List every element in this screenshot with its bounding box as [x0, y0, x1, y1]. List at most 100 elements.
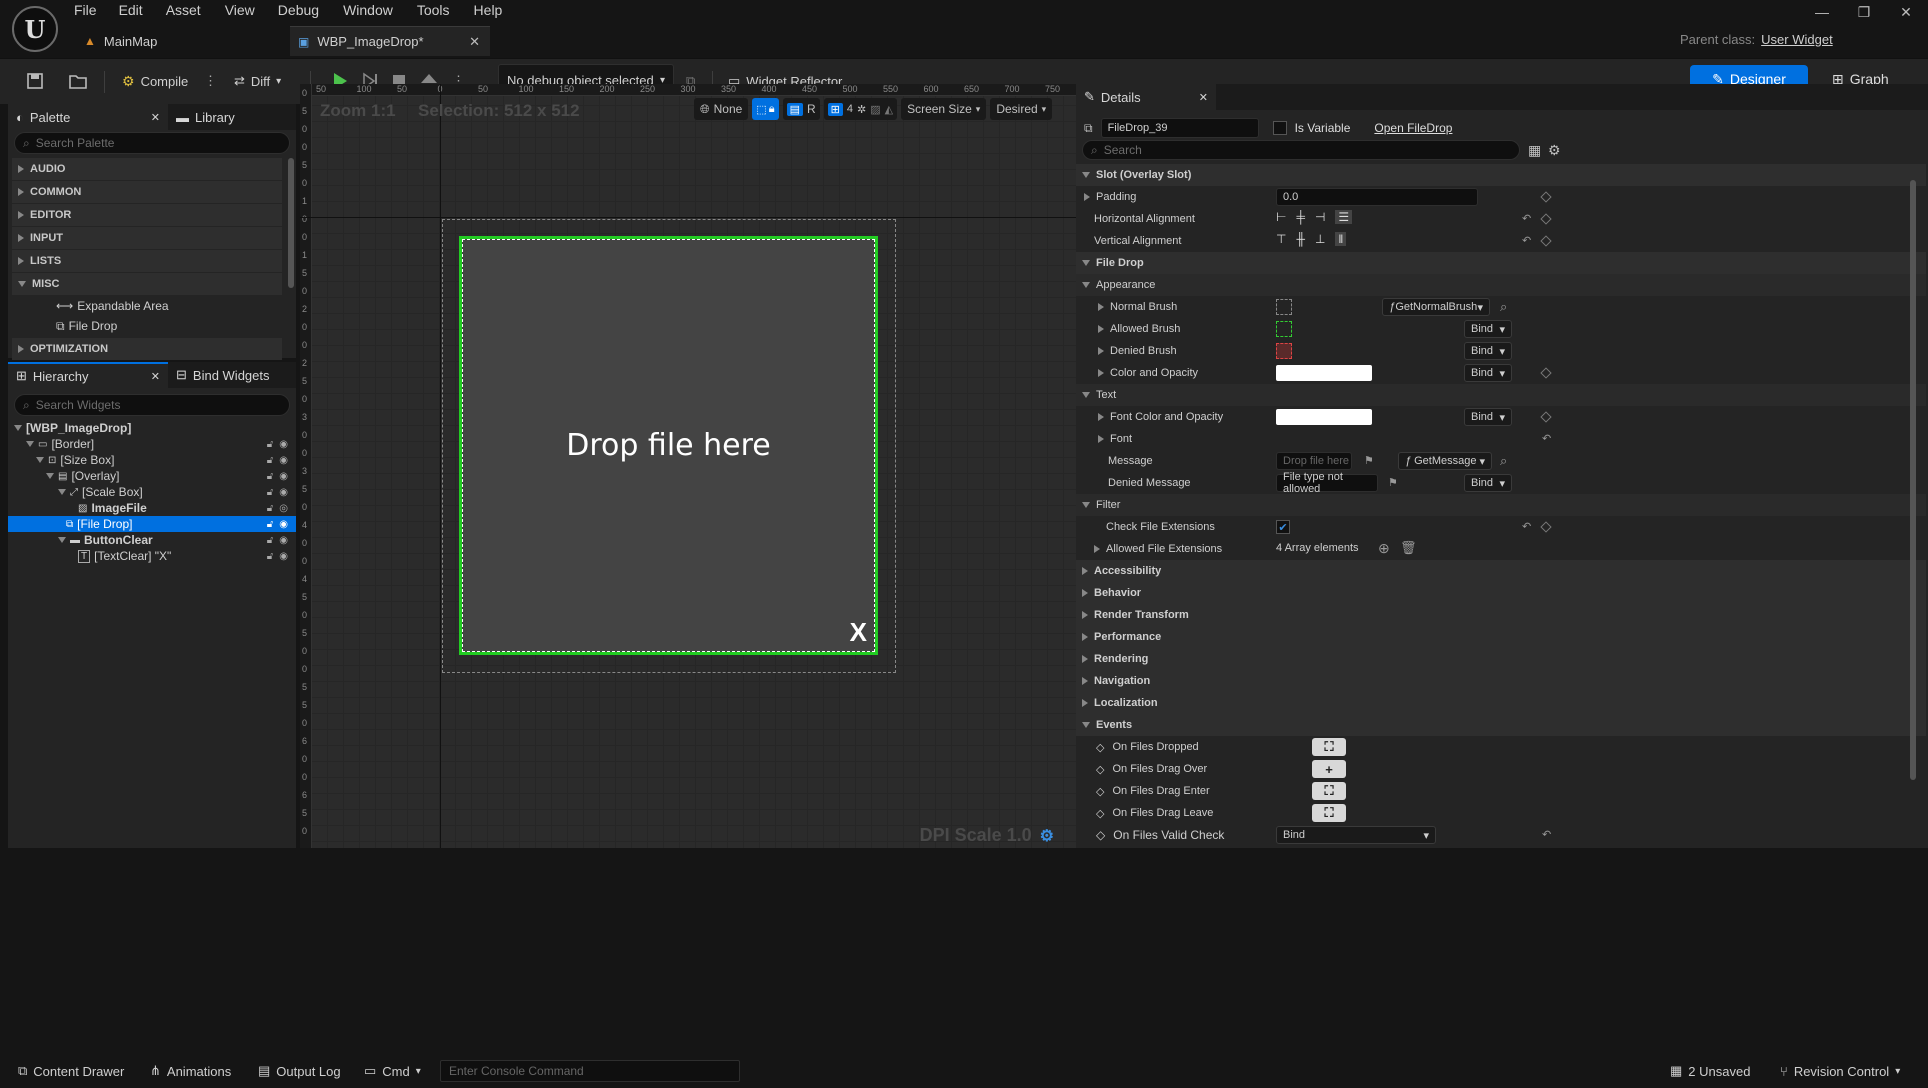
- section-events[interactable]: Events: [1076, 714, 1926, 736]
- tree-item-button-clear[interactable]: ▬ ButtonClear 🔓︎ ◉: [12, 532, 296, 548]
- category-lists[interactable]: LISTS: [12, 250, 282, 272]
- tab-bind-widgets[interactable]: ⊟ Bind Widgets: [168, 362, 292, 388]
- section-slot[interactable]: Slot (Overlay Slot): [1076, 164, 1926, 186]
- category-optimization[interactable]: OPTIMIZATION: [12, 338, 282, 360]
- font-color-bind[interactable]: Bind ▾: [1464, 408, 1512, 426]
- close-tab-icon[interactable]: ✕: [1199, 91, 1208, 104]
- section-file-drop[interactable]: File Drop: [1076, 252, 1926, 274]
- tree-item-overlay[interactable]: ▤ [Overlay] 🔓︎ ◉: [12, 468, 296, 484]
- lock-icon[interactable]: 🔓︎: [267, 471, 273, 482]
- tree-item-imagefile[interactable]: ▨ ImageFile 🔓︎ ◎: [12, 500, 296, 516]
- add-event-button[interactable]: +: [1312, 760, 1346, 778]
- section-rendering[interactable]: Rendering: [1076, 648, 1926, 670]
- reset-icon[interactable]: ↶: [1542, 432, 1551, 445]
- diff-button[interactable]: ⇄ Diff ▾: [228, 65, 287, 97]
- cmd-dropdown[interactable]: ▭ Cmd ▾: [364, 1060, 421, 1082]
- save-icon[interactable]: [20, 65, 50, 97]
- tab-details[interactable]: ✎ Details ✕: [1076, 84, 1216, 110]
- tree-item-file-drop-selected[interactable]: ⧉ [File Drop] 🔓︎ ◉: [8, 516, 296, 532]
- menu-help[interactable]: Help: [474, 2, 503, 18]
- normal-brush-swatch[interactable]: [1276, 299, 1292, 315]
- expand-icon[interactable]: [1098, 435, 1104, 443]
- message-bind[interactable]: ƒ GetMessage ▾: [1398, 452, 1492, 470]
- reset-icon[interactable]: ↶: [1522, 234, 1531, 247]
- hierarchy-search-input[interactable]: ⌕ Search Widgets: [14, 394, 290, 416]
- section-performance[interactable]: Performance: [1076, 626, 1926, 648]
- keyframe-diamond-icon[interactable]: [1540, 235, 1552, 247]
- section-localization[interactable]: Localization: [1076, 692, 1926, 714]
- tab-library[interactable]: ▬ Library: [168, 104, 288, 130]
- expand-icon[interactable]: [1098, 303, 1104, 311]
- file-drop-widget[interactable]: Drop file here X: [459, 236, 878, 655]
- valid-check-bind[interactable]: Bind ▾: [1276, 826, 1436, 844]
- lock-icon[interactable]: 🔓︎: [267, 455, 273, 466]
- content-drawer-button[interactable]: ⧉ Content Drawer: [18, 1060, 124, 1082]
- align-left-icon[interactable]: ⊢: [1276, 210, 1286, 224]
- add-event-button[interactable]: ⛶: [1312, 782, 1346, 800]
- close-tab-icon[interactable]: ✕: [151, 370, 160, 383]
- color-opacity-bind[interactable]: Bind ▾: [1464, 364, 1512, 382]
- unsaved-button[interactable]: ▦ 2 Unsaved: [1670, 1060, 1750, 1082]
- visibility-toggles[interactable]: 🔓︎ ◉: [267, 519, 288, 530]
- font-color-swatch[interactable]: [1276, 409, 1372, 425]
- lock-icon[interactable]: 🔓︎: [267, 439, 273, 450]
- output-log-button[interactable]: ▤ Output Log: [258, 1060, 341, 1082]
- allowed-brush-bind[interactable]: Bind ▾: [1464, 320, 1512, 338]
- align-top-icon[interactable]: ⊤: [1276, 232, 1286, 246]
- lock-icon[interactable]: 🔓︎: [267, 519, 273, 530]
- eye-icon[interactable]: ◉: [279, 535, 288, 546]
- reset-icon[interactable]: ↶: [1542, 828, 1551, 841]
- menu-view[interactable]: View: [225, 2, 255, 18]
- align-right-icon[interactable]: ⊣: [1315, 210, 1325, 224]
- message-field[interactable]: Drop file here: [1276, 452, 1352, 470]
- allowed-brush-swatch[interactable]: [1276, 321, 1292, 337]
- visibility-toggles[interactable]: 🔓︎ ◉: [267, 535, 288, 546]
- keyframe-diamond-icon[interactable]: [1540, 213, 1552, 225]
- animations-button[interactable]: ⋔ Animations: [150, 1060, 231, 1082]
- visibility-toggles[interactable]: 🔓︎ ◉: [267, 487, 288, 498]
- visibility-toggles[interactable]: 🔓︎ ◎: [267, 503, 288, 514]
- details-scrollbar[interactable]: [1910, 180, 1916, 780]
- expand-icon[interactable]: [1094, 545, 1100, 553]
- revision-control-button[interactable]: ⑂ Revision Control ▾: [1780, 1060, 1900, 1082]
- check-extensions-checkbox[interactable]: ✔: [1276, 520, 1290, 534]
- widget-name-field[interactable]: FileDrop_39: [1100, 118, 1259, 138]
- color-opacity-swatch[interactable]: [1276, 365, 1372, 381]
- reset-icon[interactable]: ↶: [1522, 212, 1531, 225]
- minimize-icon[interactable]: —: [1802, 0, 1842, 24]
- add-event-button[interactable]: ⛶: [1312, 738, 1346, 756]
- menu-debug[interactable]: Debug: [278, 2, 319, 18]
- align-middle-icon[interactable]: ╫: [1296, 232, 1305, 246]
- tab-mainmap[interactable]: ▲ MainMap: [76, 26, 286, 56]
- transform-mode-toggle[interactable]: ▤ R: [782, 98, 820, 120]
- respect-locks-toggle[interactable]: ⬚ 🔒︎: [752, 98, 779, 120]
- reset-icon[interactable]: ↶: [1522, 520, 1531, 533]
- menu-tools[interactable]: Tools: [417, 2, 450, 18]
- visibility-toggles[interactable]: 🔓︎ ◉: [267, 471, 288, 482]
- search-icon[interactable]: ⌕: [1500, 299, 1507, 315]
- eye-icon[interactable]: ◉: [279, 439, 288, 450]
- v-align-buttons[interactable]: ⊤ ╫ ⊥ ‖: [1276, 232, 1347, 246]
- section-behavior[interactable]: Behavior: [1076, 582, 1926, 604]
- menu-asset[interactable]: Asset: [166, 2, 201, 18]
- settings-icon[interactable]: ⚙: [1548, 142, 1561, 159]
- menu-file[interactable]: File: [74, 2, 97, 18]
- eye-icon[interactable]: ◉: [279, 471, 288, 482]
- denied-message-field[interactable]: File type not allowed: [1276, 471, 1378, 495]
- eye-closed-icon[interactable]: ◎: [279, 503, 288, 514]
- desired-size-dropdown[interactable]: Desired ▾: [990, 98, 1053, 120]
- open-filedrop-link[interactable]: Open FileDrop: [1374, 121, 1452, 135]
- keyframe-diamond-icon[interactable]: [1540, 191, 1552, 203]
- tree-item-text-clear[interactable]: T [TextClear] "X" 🔓︎ ◉: [12, 548, 296, 564]
- lock-icon[interactable]: 🔓︎: [267, 535, 273, 546]
- eye-icon[interactable]: ◉: [279, 455, 288, 466]
- browse-icon[interactable]: [62, 65, 94, 97]
- lock-icon[interactable]: 🔓︎: [267, 551, 273, 562]
- denied-brush-swatch[interactable]: [1276, 343, 1292, 359]
- category-editor[interactable]: EDITOR: [12, 204, 282, 226]
- palette-search-input[interactable]: ⌕ Search Palette: [14, 132, 290, 154]
- menu-window[interactable]: Window: [343, 2, 393, 18]
- compile-options-icon[interactable]: ⋮: [198, 65, 223, 97]
- parent-class-link[interactable]: User Widget: [1761, 32, 1833, 47]
- subsection-appearance[interactable]: Appearance: [1076, 274, 1926, 296]
